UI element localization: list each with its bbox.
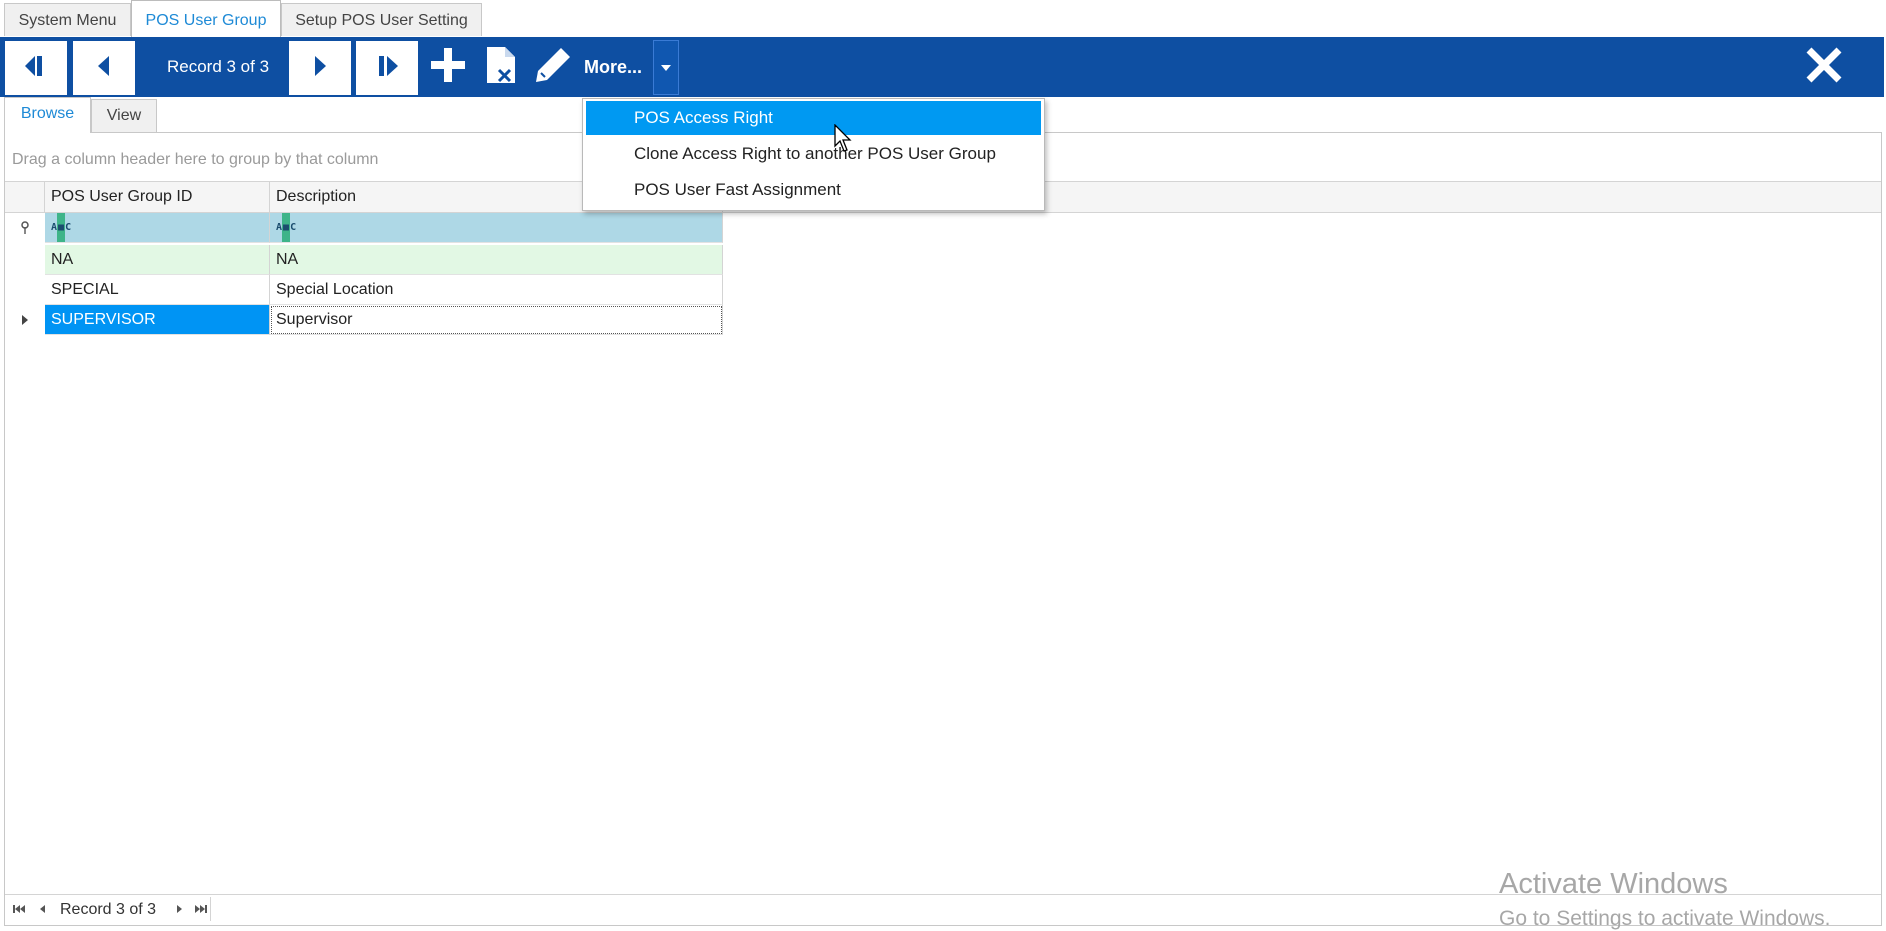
row-indicator: [5, 275, 45, 305]
document-tab-strip: System Menu POS User Group Setup POS Use…: [0, 0, 1886, 37]
first-record-button[interactable]: [4, 40, 68, 96]
next-record-icon: [310, 54, 330, 83]
last-record-icon: [194, 901, 208, 919]
mouse-cursor-icon: [834, 123, 854, 154]
add-button[interactable]: [426, 45, 470, 89]
delete-button[interactable]: [479, 45, 523, 89]
cell-description[interactable]: NA: [270, 245, 723, 275]
more-dropdown-button[interactable]: [653, 40, 679, 95]
filter-cell-id[interactable]: A■C: [45, 213, 270, 243]
row-pointer-icon: [5, 305, 45, 335]
close-button[interactable]: [1800, 43, 1848, 91]
nav-first-button[interactable]: [11, 901, 27, 919]
delete-document-icon: [483, 45, 519, 90]
first-record-icon: [23, 54, 49, 83]
previous-record-icon: [94, 54, 114, 83]
first-record-icon: [12, 901, 26, 919]
edit-button[interactable]: [531, 45, 575, 89]
cell-pos-user-group-id[interactable]: SPECIAL: [45, 275, 270, 305]
tab-browse[interactable]: Browse: [4, 97, 91, 133]
more-button[interactable]: More...: [584, 37, 642, 97]
more-menu-popup: POS Access Right Clone Access Right to a…: [582, 98, 1045, 211]
cell-pos-user-group-id[interactable]: NA: [45, 245, 270, 275]
activate-windows-title: Activate Windows: [1499, 868, 1728, 900]
next-record-icon: [176, 901, 184, 919]
navigator-record-label: Record 3 of 3: [60, 901, 157, 918]
menu-item-pos-access-right[interactable]: POS Access Right: [586, 101, 1041, 135]
pencil-icon: [533, 45, 573, 90]
record-toolbar: Record 3 of 3 More...: [0, 37, 1884, 97]
last-record-icon: [374, 54, 400, 83]
table-row-selected[interactable]: SUPERVISOR Supervisor: [5, 305, 723, 335]
header-indicator-cell: [5, 182, 45, 212]
previous-record-icon: [38, 901, 46, 919]
next-record-button[interactable]: [288, 40, 352, 96]
tab-view[interactable]: View: [91, 99, 157, 132]
chevron-down-icon: [660, 59, 672, 77]
menu-item-pos-user-fast-assignment[interactable]: POS User Fast Assignment: [586, 173, 1041, 207]
cell-description[interactable]: Supervisor: [270, 305, 723, 335]
cell-pos-user-group-id[interactable]: SUPERVISOR: [45, 305, 270, 335]
tab-pos-user-group[interactable]: POS User Group: [131, 0, 281, 37]
pin-icon: [5, 213, 45, 243]
text-filter-icon: A■C: [51, 213, 71, 242]
last-record-button[interactable]: [355, 40, 419, 96]
record-position-label: Record 3 of 3: [166, 57, 270, 76]
menu-item-clone-access-right[interactable]: Clone Access Right to another POS User G…: [586, 137, 1041, 171]
nav-next-button[interactable]: [173, 901, 187, 919]
plus-icon: [429, 46, 467, 89]
previous-record-button[interactable]: [72, 40, 136, 96]
table-row[interactable]: SPECIAL Special Location: [5, 275, 723, 305]
filter-cell-description[interactable]: A■C: [270, 213, 723, 243]
close-icon: [1804, 45, 1844, 90]
nav-last-button[interactable]: [193, 901, 209, 919]
table-row[interactable]: NA NA: [5, 245, 723, 275]
tab-setup-pos-user-setting[interactable]: Setup POS User Setting: [281, 3, 482, 36]
tab-system-menu[interactable]: System Menu: [4, 3, 131, 36]
column-header-pos-user-group-id[interactable]: POS User Group ID: [45, 182, 270, 212]
nav-prev-button[interactable]: [35, 901, 49, 919]
cell-description[interactable]: Special Location: [270, 275, 723, 305]
text-filter-icon: A■C: [276, 213, 296, 242]
activate-windows-subtitle: Go to Settings to activate Windows.: [1499, 907, 1831, 930]
auto-filter-row: A■C A■C: [5, 213, 723, 243]
row-indicator: [5, 245, 45, 275]
